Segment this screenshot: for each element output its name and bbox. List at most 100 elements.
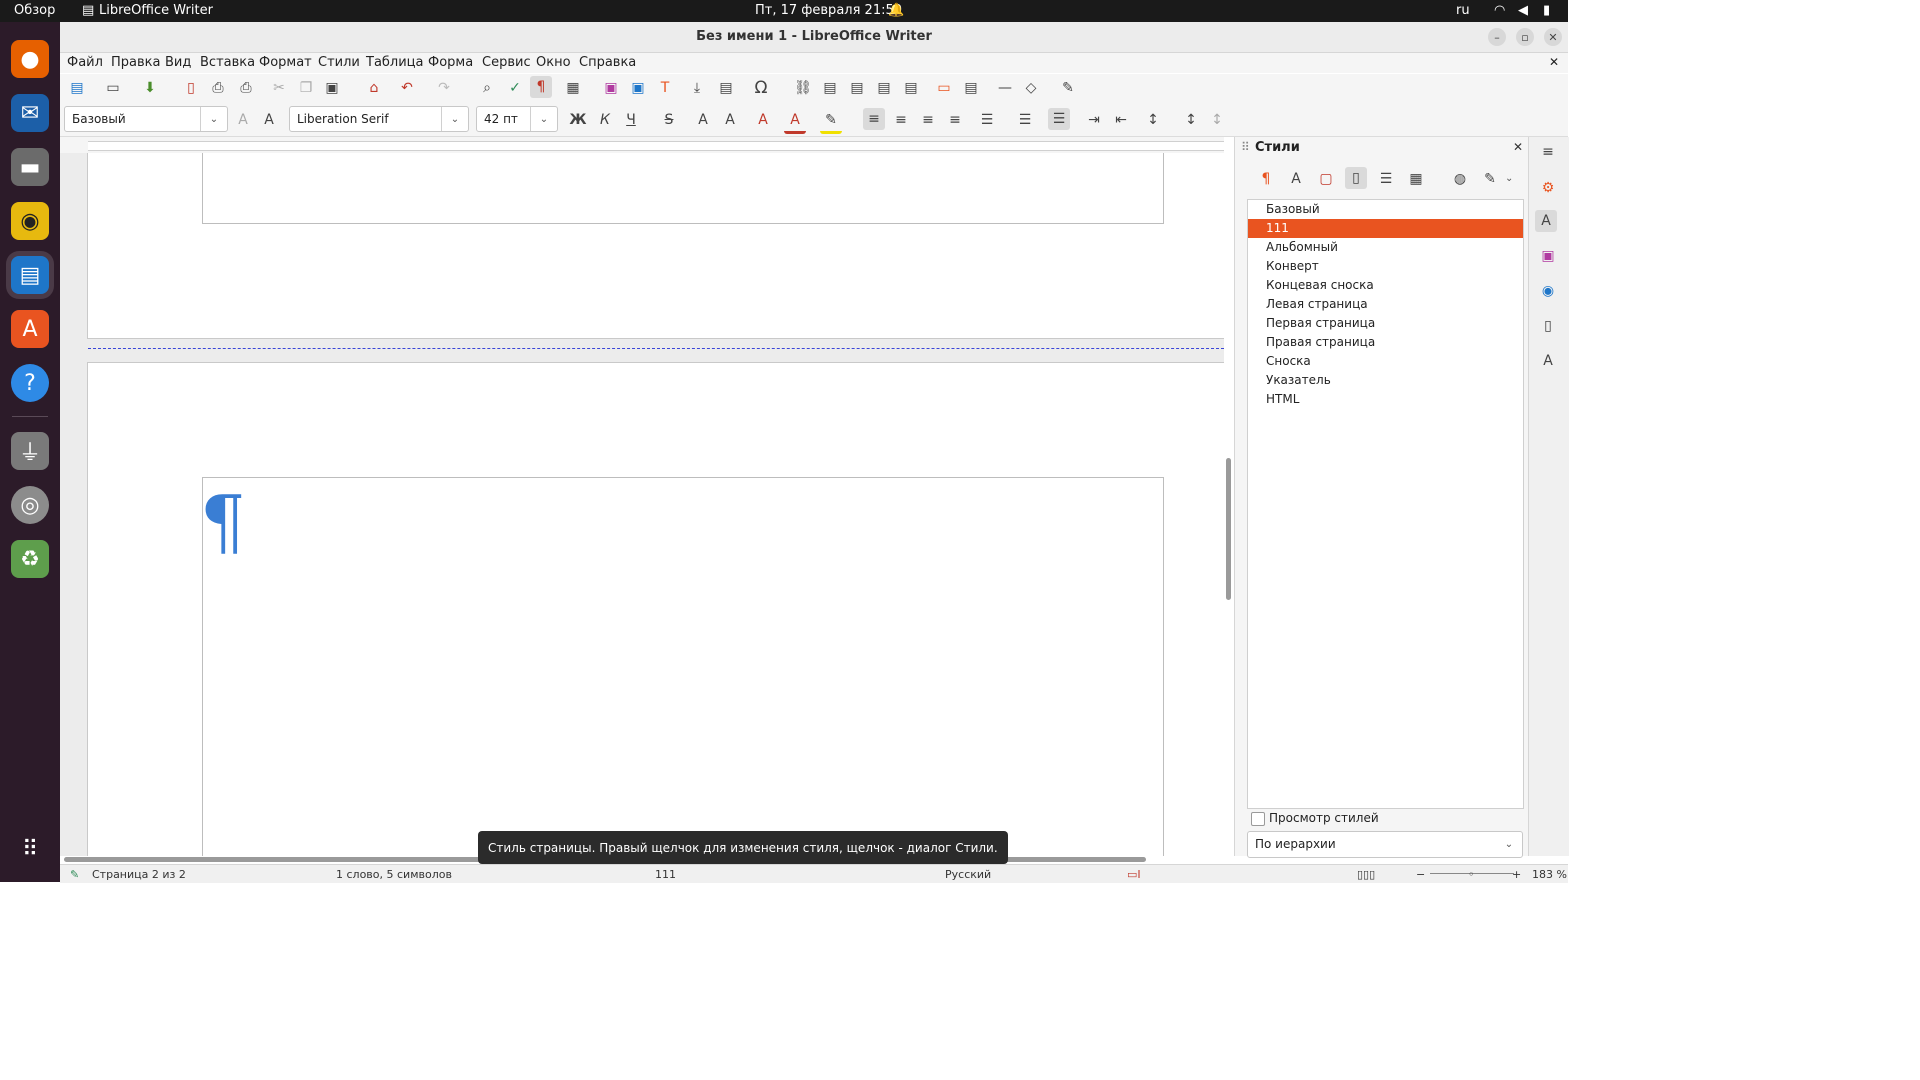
app-menu-button[interactable]: LibreOffice Writer — [99, 3, 213, 18]
horizontal-ruler[interactable] — [60, 137, 1224, 153]
vertical-scrollbar[interactable] — [1226, 458, 1231, 600]
align-center-icon[interactable]: ≡ — [890, 109, 912, 131]
style-item[interactable]: Указатель — [1248, 371, 1523, 390]
close-icon[interactable]: ✕ — [1544, 28, 1562, 46]
menu-view[interactable]: Вид — [165, 55, 191, 70]
software-center-icon[interactable]: A — [11, 310, 49, 348]
comment-icon[interactable]: ▭ — [933, 77, 955, 99]
show-apps-icon[interactable]: ⠿ — [11, 830, 49, 868]
document-canvas[interactable]: ¶ — [60, 153, 1224, 856]
preview-styles-checkbox[interactable] — [1251, 812, 1265, 826]
chevron-down-icon[interactable]: ⌄ — [200, 107, 227, 131]
new-document-icon[interactable]: ▤ — [66, 77, 88, 99]
font-size-combo[interactable]: 42 пт ⌄ — [476, 106, 558, 132]
zoom-level[interactable]: 183 % — [1532, 868, 1567, 881]
insert-chart-icon[interactable]: ▣ — [627, 77, 649, 99]
zoom-out-icon[interactable]: − — [1416, 868, 1425, 881]
page-style-indicator[interactable]: 111 — [655, 868, 676, 881]
print-icon[interactable]: ⎙ — [207, 77, 229, 99]
print-preview-icon[interactable]: ⎙ — [235, 77, 257, 99]
insert-mode-icon[interactable]: ▭I — [1127, 868, 1141, 881]
draw-icon[interactable]: ✎ — [1057, 77, 1079, 99]
trash-icon[interactable]: ♻ — [11, 540, 49, 578]
style-item[interactable]: Правая страница — [1248, 333, 1523, 352]
menu-table[interactable]: Таблица — [366, 55, 424, 70]
superscript-icon[interactable]: A — [692, 109, 714, 131]
navigator-deck-icon[interactable]: ◉ — [1537, 280, 1559, 302]
disc-icon[interactable]: ◎ — [11, 486, 49, 524]
increase-indent-icon[interactable]: ⇥ — [1083, 109, 1105, 131]
paragraph-mark[interactable]: ¶ — [200, 486, 246, 558]
styles-deck-icon[interactable]: A — [1535, 210, 1557, 232]
activities-button[interactable]: Обзор — [14, 3, 55, 18]
insert-image-icon[interactable]: ▣ — [600, 77, 622, 99]
font-name-combo[interactable]: Liberation Serif ⌄ — [289, 106, 469, 132]
update-style-icon[interactable]: A — [232, 109, 254, 131]
style-actions-icon[interactable]: ✎ — [1479, 168, 1501, 190]
files-icon[interactable]: ▬ — [11, 148, 49, 186]
style-item[interactable]: Сноска — [1248, 352, 1523, 371]
character-styles-icon[interactable]: A — [1285, 168, 1307, 190]
open-icon[interactable]: ▭ — [102, 77, 124, 99]
word-count[interactable]: 1 слово, 5 символов — [336, 868, 452, 881]
style-item-selected[interactable]: 111 — [1248, 219, 1523, 238]
bookmark-icon[interactable]: ▤ — [873, 77, 895, 99]
redo-icon[interactable]: ↷ — [433, 77, 455, 99]
strikethrough-icon[interactable]: S — [658, 109, 680, 131]
highlight-icon[interactable]: ✎ — [820, 109, 842, 134]
menu-format[interactable]: Формат — [259, 55, 312, 70]
help-icon[interactable]: ? — [11, 364, 49, 402]
insert-line-icon[interactable]: — — [994, 77, 1016, 99]
clone-formatting-icon[interactable]: ⌂ — [363, 77, 385, 99]
align-right-icon[interactable]: ≡ — [917, 109, 939, 131]
page-styles-icon[interactable]: ▯ — [1345, 167, 1367, 189]
outline-list-icon[interactable]: ☰ — [1048, 108, 1070, 130]
style-item[interactable]: Первая страница — [1248, 314, 1523, 333]
battery-icon[interactable]: ▮ — [1543, 3, 1550, 18]
table-styles-icon[interactable]: ▦ — [1405, 168, 1427, 190]
menu-window[interactable]: Окно — [536, 55, 571, 70]
paragraph-style-combo[interactable]: Базовый ⌄ — [64, 106, 228, 132]
page-break-icon[interactable]: ⤓ — [686, 77, 708, 99]
page-deck-icon[interactable]: ▯ — [1537, 315, 1559, 337]
properties-deck-icon[interactable]: ⚙ — [1537, 177, 1559, 199]
style-inspector-deck-icon[interactable]: A — [1537, 350, 1559, 372]
bold-icon[interactable]: Ж — [567, 109, 589, 131]
italic-icon[interactable]: К — [594, 109, 616, 131]
sidebar-menu-icon[interactable]: ≡ — [1537, 141, 1559, 163]
close-document-icon[interactable]: ✕ — [1549, 55, 1559, 69]
style-item[interactable]: Левая страница — [1248, 295, 1523, 314]
menu-styles[interactable]: Стили — [318, 55, 360, 70]
menu-tools[interactable]: Сервис — [482, 55, 531, 70]
justify-icon[interactable]: ≡ — [944, 109, 966, 131]
firefox-icon[interactable]: ● — [11, 40, 49, 78]
undo-icon[interactable]: ↶ — [396, 77, 418, 99]
hyperlink-icon[interactable]: ⛓ — [792, 77, 814, 99]
cut-icon[interactable]: ✂ — [268, 77, 290, 99]
endnote-icon[interactable]: ▤ — [846, 77, 868, 99]
thunderbird-icon[interactable]: ✉ — [11, 94, 49, 132]
volume-icon[interactable]: ◀ — [1518, 3, 1528, 18]
list-styles-icon[interactable]: ☰ — [1375, 168, 1397, 190]
basic-shapes-icon[interactable]: ◇ — [1020, 77, 1042, 99]
paste-icon[interactable]: ▣ — [321, 77, 343, 99]
export-pdf-icon[interactable]: ▯ — [180, 77, 202, 99]
wifi-icon[interactable]: ◠ — [1494, 3, 1505, 18]
align-left-icon[interactable]: ≡ — [863, 108, 885, 130]
formatting-marks-icon[interactable]: ¶ — [530, 76, 552, 98]
new-style-icon[interactable]: A — [258, 109, 280, 131]
style-item[interactable]: HTML — [1248, 390, 1523, 409]
insert-textbox-icon[interactable]: T — [654, 77, 676, 99]
spelling-icon[interactable]: ✓ — [504, 77, 526, 99]
chevron-down-icon[interactable]: ⌄ — [1505, 173, 1513, 184]
line-spacing-icon[interactable]: ↕ — [1142, 109, 1164, 131]
insert-field-icon[interactable]: ▤ — [715, 77, 737, 99]
document-modified-icon[interactable]: ✎ — [70, 868, 79, 881]
paragraph-styles-icon[interactable]: ¶ — [1255, 168, 1277, 190]
style-item[interactable]: Концевая сноска — [1248, 276, 1523, 295]
menu-file[interactable]: Файл — [67, 55, 103, 70]
decrease-indent-icon[interactable]: ⇤ — [1110, 109, 1132, 131]
special-character-icon[interactable]: Ω — [750, 77, 772, 99]
insert-table-icon[interactable]: ▦ — [562, 77, 584, 99]
save-icon[interactable]: ⬇ — [139, 77, 161, 99]
